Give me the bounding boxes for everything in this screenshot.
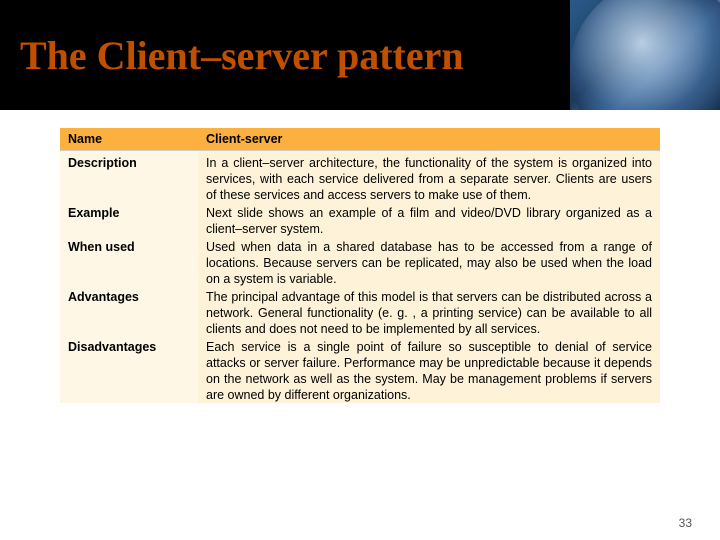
row-label-advantages: Advantages	[60, 287, 198, 337]
pattern-table: Name Client-server Description In a clie…	[60, 128, 660, 403]
header-value: Client-server	[198, 128, 660, 151]
row-value-when-used: Used when data in a shared database has …	[198, 237, 660, 287]
row-label-description: Description	[60, 151, 198, 204]
row-value-disadvantages: Each service is a single point of failur…	[198, 337, 660, 403]
table-row: When used Used when data in a shared dat…	[60, 237, 660, 287]
content-area: Name Client-server Description In a clie…	[0, 110, 720, 403]
page-number: 33	[679, 516, 692, 530]
table-row: Disadvantages Each service is a single p…	[60, 337, 660, 403]
row-label-disadvantages: Disadvantages	[60, 337, 198, 403]
row-value-advantages: The principal advantage of this model is…	[198, 287, 660, 337]
table-header-row: Name Client-server	[60, 128, 660, 151]
row-value-description: In a client–server architecture, the fun…	[198, 151, 660, 204]
title-bar: The Client–server pattern	[0, 0, 720, 110]
table-row: Description In a client–server architect…	[60, 151, 660, 204]
decorative-globe-image	[570, 0, 720, 110]
row-value-example: Next slide shows an example of a film an…	[198, 203, 660, 237]
table-row: Advantages The principal advantage of th…	[60, 287, 660, 337]
row-label-example: Example	[60, 203, 198, 237]
header-name: Name	[60, 128, 198, 151]
page-title: The Client–server pattern	[20, 32, 464, 79]
table-row: Example Next slide shows an example of a…	[60, 203, 660, 237]
row-label-when-used: When used	[60, 237, 198, 287]
